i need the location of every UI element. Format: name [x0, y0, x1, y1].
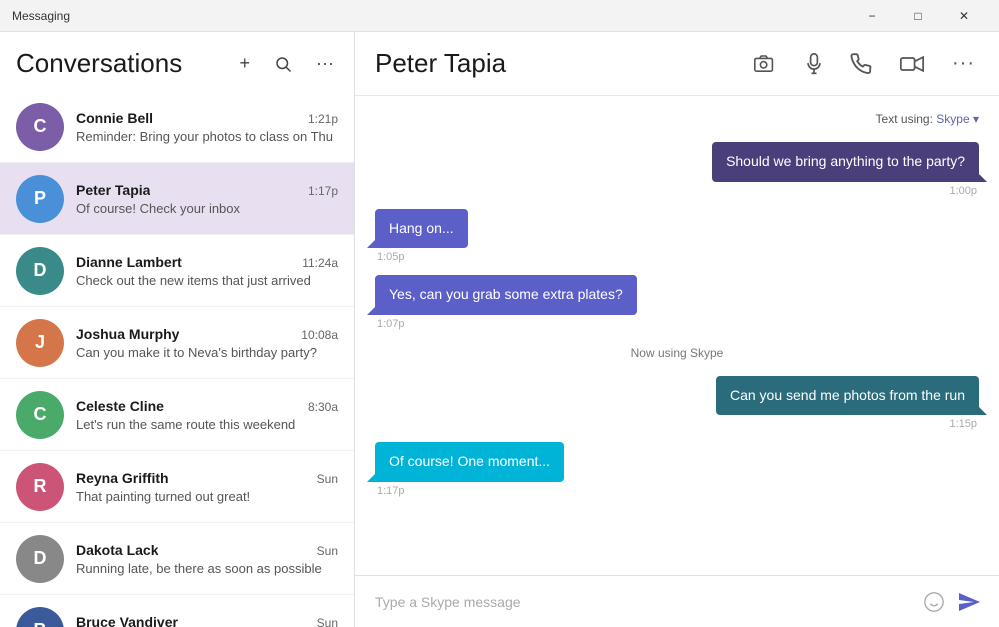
minimize-button[interactable]: −: [849, 0, 895, 32]
conversation-time: 10:08a: [301, 328, 338, 342]
conversation-item[interactable]: B Bruce Vandiver Sun Heard we may be ask…: [0, 595, 354, 627]
send-button[interactable]: [951, 586, 987, 618]
phone-button[interactable]: [846, 49, 876, 79]
conversation-content: Dianne Lambert 11:24a Check out the new …: [76, 254, 338, 288]
skype-service-link[interactable]: Skype: [936, 112, 969, 126]
service-dropdown-icon[interactable]: ▾: [973, 112, 979, 126]
conversation-name: Joshua Murphy: [76, 326, 179, 342]
search-button[interactable]: [270, 51, 296, 77]
conversation-content: Peter Tapia 1:17p Of course! Check your …: [76, 182, 338, 216]
message-input[interactable]: [367, 590, 917, 614]
conversation-content: Bruce Vandiver Sun Heard we may be asked…: [76, 614, 338, 627]
video-call-button[interactable]: [896, 51, 928, 77]
conversation-time: 8:30a: [308, 400, 338, 414]
chat-contact-name: Peter Tapia: [375, 48, 506, 79]
close-button[interactable]: ✕: [941, 0, 987, 32]
message-time: 1:17p: [375, 485, 407, 497]
conversation-item[interactable]: D Dakota Lack Sun Running late, be there…: [0, 523, 354, 595]
sidebar: Conversations + ··· C Connie Bell 1:2: [0, 32, 355, 627]
app-body: Conversations + ··· C Connie Bell 1:2: [0, 32, 999, 627]
conversation-name: Connie Bell: [76, 110, 153, 126]
message-bubble: Hang on...: [375, 209, 468, 249]
text-using-bar: Text using: Skype ▾: [375, 112, 979, 126]
conversation-item[interactable]: C Connie Bell 1:21p Reminder: Bring your…: [0, 91, 354, 163]
chat-panel: Peter Tapia: [355, 32, 999, 627]
message-bubble: Can you send me photos from the run: [716, 376, 979, 416]
conversation-preview: Of course! Check your inbox: [76, 201, 338, 216]
conversation-content: Joshua Murphy 10:08a Can you make it to …: [76, 326, 338, 360]
conversation-name: Dianne Lambert: [76, 254, 182, 270]
conversation-name: Reyna Griffith: [76, 470, 169, 486]
conversation-time: 1:21p: [308, 112, 338, 126]
avatar: R: [16, 463, 64, 511]
conversation-content: Celeste Cline 8:30a Let's run the same r…: [76, 398, 338, 432]
message-row: Hang on... 1:05p: [375, 209, 979, 264]
message-time: 1:00p: [947, 185, 979, 197]
conversation-time: Sun: [317, 544, 338, 558]
message-bubble: Of course! One moment...: [375, 442, 564, 482]
chat-input-bar: [355, 575, 999, 627]
conversation-time: 1:17p: [308, 184, 338, 198]
avatar: C: [16, 391, 64, 439]
camera-button[interactable]: [750, 51, 782, 77]
sidebar-header: Conversations + ···: [0, 32, 354, 91]
message-bubble: Should we bring anything to the party?: [712, 142, 979, 182]
avatar: B: [16, 607, 64, 627]
sidebar-title: Conversations: [16, 48, 182, 79]
conversation-time: Sun: [317, 472, 338, 486]
conversation-preview: Let's run the same route this weekend: [76, 417, 338, 432]
maximize-button[interactable]: □: [895, 0, 941, 32]
avatar: C: [16, 103, 64, 151]
conversation-item[interactable]: R Reyna Griffith Sun That painting turne…: [0, 451, 354, 523]
chat-header-actions: ···: [750, 48, 979, 79]
conversation-name: Peter Tapia: [76, 182, 150, 198]
conversation-item[interactable]: J Joshua Murphy 10:08a Can you make it t…: [0, 307, 354, 379]
message-bubble: Yes, can you grab some extra plates?: [375, 275, 637, 315]
microphone-button[interactable]: [802, 49, 826, 79]
message-time: 1:07p: [375, 318, 407, 330]
new-conversation-button[interactable]: +: [236, 49, 255, 78]
message-row: Can you send me photos from the run 1:15…: [375, 376, 979, 431]
conversation-preview: That painting turned out great!: [76, 489, 338, 504]
text-using-label: Text using:: [876, 112, 933, 126]
chat-more-button[interactable]: ···: [948, 48, 979, 79]
avatar: J: [16, 319, 64, 367]
conversation-name: Bruce Vandiver: [76, 614, 178, 627]
conversation-content: Dakota Lack Sun Running late, be there a…: [76, 542, 338, 576]
conversation-name: Celeste Cline: [76, 398, 164, 414]
conversation-time: Sun: [317, 616, 338, 627]
conversation-preview: Can you make it to Neva's birthday party…: [76, 345, 338, 360]
conversation-preview: Running late, be there as soon as possib…: [76, 561, 338, 576]
conversation-content: Reyna Griffith Sun That painting turned …: [76, 470, 338, 504]
sidebar-actions: + ···: [236, 49, 339, 78]
app-title: Messaging: [12, 9, 70, 23]
conversation-name: Dakota Lack: [76, 542, 158, 558]
chat-header: Peter Tapia: [355, 32, 999, 96]
more-options-button[interactable]: ···: [312, 49, 338, 78]
avatar: D: [16, 535, 64, 583]
conversation-list: C Connie Bell 1:21p Reminder: Bring your…: [0, 91, 354, 627]
conversation-preview: Check out the new items that just arrive…: [76, 273, 338, 288]
conversation-item[interactable]: P Peter Tapia 1:17p Of course! Check you…: [0, 163, 354, 235]
window-controls: − □ ✕: [849, 0, 987, 32]
emoji-button[interactable]: [917, 587, 951, 617]
message-row: Should we bring anything to the party? 1…: [375, 142, 979, 197]
conversation-preview: Reminder: Bring your photos to class on …: [76, 129, 338, 144]
message-row: Yes, can you grab some extra plates? 1:0…: [375, 275, 979, 330]
chat-messages: Text using: Skype ▾ Should we bring anyt…: [355, 96, 999, 575]
conversation-item[interactable]: C Celeste Cline 8:30a Let's run the same…: [0, 379, 354, 451]
message-row: Of course! One moment... 1:17p: [375, 442, 979, 497]
message-time: 1:15p: [947, 418, 979, 430]
system-message: Now using Skype: [375, 346, 979, 360]
avatar: D: [16, 247, 64, 295]
conversation-content: Connie Bell 1:21p Reminder: Bring your p…: [76, 110, 338, 144]
avatar: P: [16, 175, 64, 223]
message-time: 1:05p: [375, 251, 407, 263]
title-bar: Messaging − □ ✕: [0, 0, 999, 32]
conversation-time: 11:24a: [302, 256, 338, 270]
conversation-item[interactable]: D Dianne Lambert 11:24a Check out the ne…: [0, 235, 354, 307]
